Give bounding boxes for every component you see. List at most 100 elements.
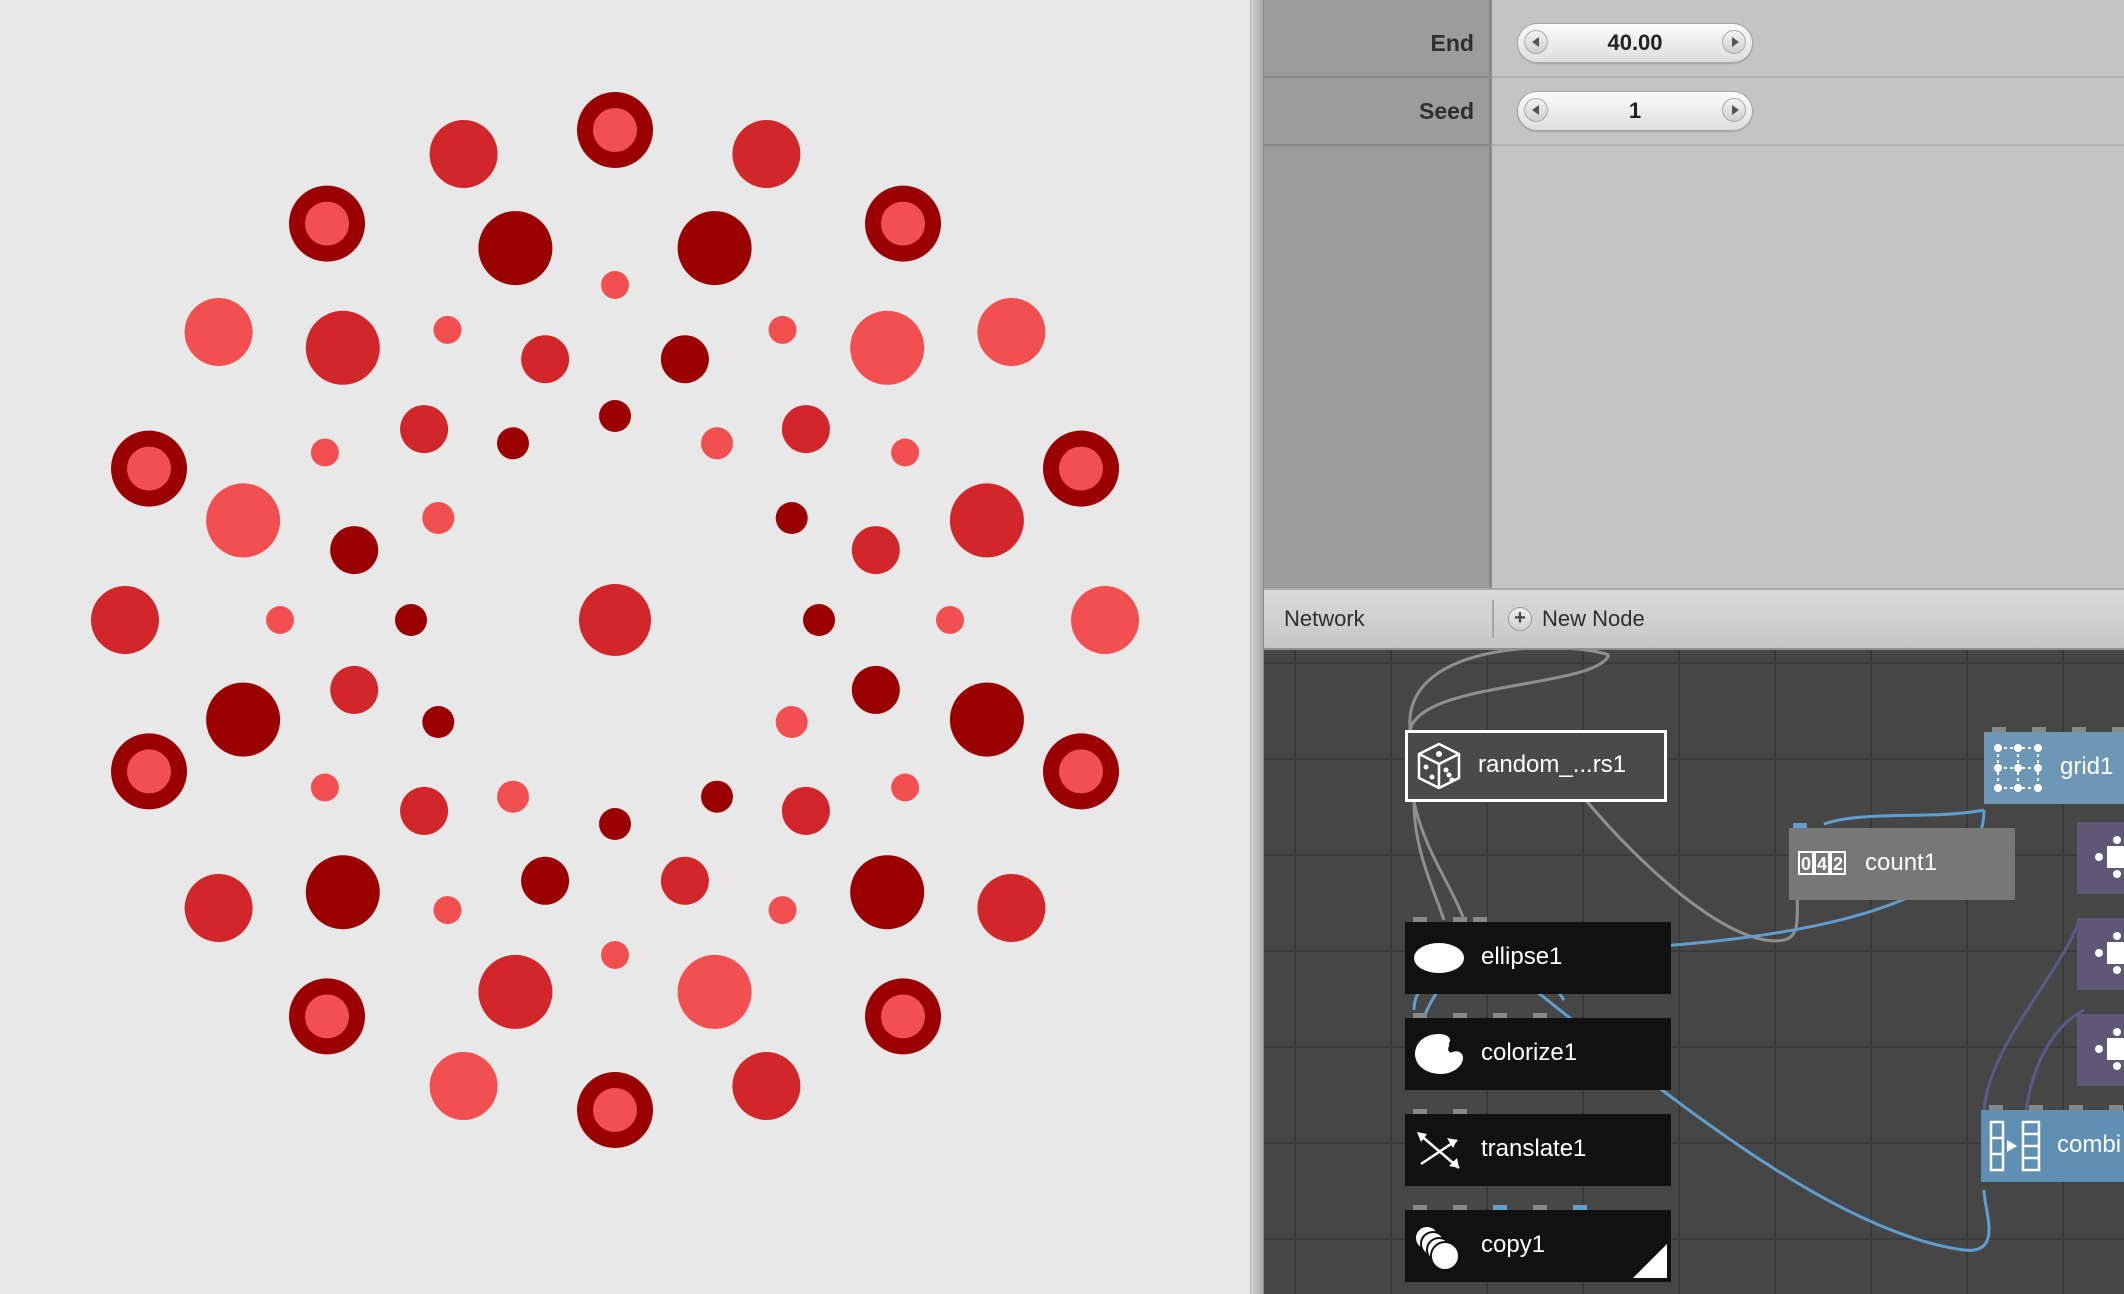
ring-dot-inner [305,994,349,1039]
pattern-dot [781,405,830,454]
ring-dot-inner [127,446,171,491]
center-dot [579,584,651,656]
pattern-dot [433,315,462,344]
input-port[interactable] [1413,1013,1427,1018]
viewer-graphic [91,92,1139,1148]
param-row-end: End 40.00 [1264,10,2124,78]
connection-wire [1408,650,1610,737]
node-translate[interactable]: translate1 [1405,1109,1671,1186]
pattern-dot [891,773,920,802]
input-port[interactable] [1453,1013,1467,1018]
connector-icon [2095,836,2124,878]
node-combine[interactable]: combi [1981,1105,2124,1182]
pattern-dot [949,682,1024,757]
divider [1492,600,1494,638]
end-stepper[interactable]: 40.00 [1517,23,1753,63]
input-port[interactable] [1453,917,1467,922]
node-partial[interactable] [2077,1014,2124,1086]
pattern-dot [330,526,379,575]
pattern-dot [429,120,498,188]
network-canvas[interactable]: random_...rs1 ellipse1 colorize1 transla… [1264,650,2124,1294]
node-label: translate1 [1481,1135,1587,1162]
node-grid[interactable]: grid1 [1984,727,2124,804]
pattern-dot [768,315,797,344]
increment-arrow-icon[interactable] [1722,30,1746,54]
node-ellipse[interactable]: ellipse1 [1405,917,1671,994]
grid-icon [1994,744,2042,792]
node-partial[interactable] [2077,918,2124,990]
input-port[interactable] [2029,1105,2043,1110]
svg-text:0: 0 [1801,854,1811,874]
network-title: Network [1284,606,1365,631]
panel-splitter[interactable] [1250,0,1264,1294]
connection-wire [2024,1008,2085,1113]
pattern-dot [305,310,380,385]
pattern-dot [422,502,455,534]
counter-icon: 042 [1798,851,1846,875]
pattern-dot [599,400,631,432]
pattern-dot [851,665,900,714]
pattern-dot [775,502,808,534]
divider [1264,144,1492,146]
ring-dot-inner [1059,749,1103,794]
pattern-dot [660,335,709,384]
pattern-dot [891,438,920,467]
input-port[interactable] [1992,727,2006,732]
end-value[interactable]: 40.00 [1552,24,1718,62]
pattern-dot [310,438,339,467]
pattern-dot [701,427,733,460]
decrement-arrow-icon[interactable] [1524,30,1548,54]
pattern-dot [677,211,752,286]
pattern-dot [601,271,629,299]
dice-icon [1417,742,1461,790]
input-port[interactable] [1413,1109,1427,1114]
svg-text:4: 4 [1817,854,1827,874]
node-copy[interactable]: copy1 [1405,1205,1671,1282]
input-port[interactable] [1453,1109,1467,1114]
copy-stack-icon [1414,1225,1460,1271]
decrement-arrow-icon[interactable] [1524,98,1548,122]
viewer-canvas[interactable] [0,0,1250,1294]
seed-stepper[interactable]: 1 [1517,91,1753,131]
node-label: ellipse1 [1481,943,1563,970]
plus-icon: + [1508,607,1532,631]
input-port[interactable] [2032,727,2046,732]
move-arrows-icon [1417,1132,1460,1169]
pattern-dot [305,855,380,930]
input-port[interactable] [1793,823,1807,828]
pattern-dot [497,780,529,813]
input-port[interactable] [1413,1205,1427,1210]
pattern-dot [1071,586,1139,654]
connection-wire [1407,654,1611,737]
input-port[interactable] [1573,1205,1587,1210]
node-count[interactable]: 042 count1 [1789,823,2015,900]
pattern-dot [91,586,159,654]
seed-value[interactable]: 1 [1552,92,1718,130]
node-colorize[interactable]: colorize1 [1405,1013,1671,1090]
pattern-dot [732,1052,801,1120]
ring-dot-inner [127,749,171,794]
parameters-panel: End 40.00 Seed 1 [1264,0,2124,588]
input-port[interactable] [1413,917,1427,922]
palette-icon [1415,1034,1463,1074]
increment-arrow-icon[interactable] [1722,98,1746,122]
input-port[interactable] [2112,727,2124,732]
render-flag-icon[interactable] [1633,1244,1667,1278]
pattern-dot [977,874,1046,942]
pattern-dot [850,310,925,385]
node-partial[interactable] [2077,822,2124,894]
pattern-dot [850,855,925,930]
pattern-dot [422,706,455,738]
pattern-dot [310,773,339,802]
pattern-dot [677,954,752,1029]
pattern-dot [330,665,379,714]
combine-icon [1989,1120,2041,1172]
pattern-dot [206,682,281,757]
pattern-dot [601,941,629,969]
pattern-dot [206,483,281,558]
pattern-dot [599,808,631,840]
node-random[interactable]: random_...rs1 [1405,730,1667,802]
input-port[interactable] [1989,1105,2003,1110]
pattern-dot [478,954,553,1029]
input-port[interactable] [1453,1205,1467,1210]
